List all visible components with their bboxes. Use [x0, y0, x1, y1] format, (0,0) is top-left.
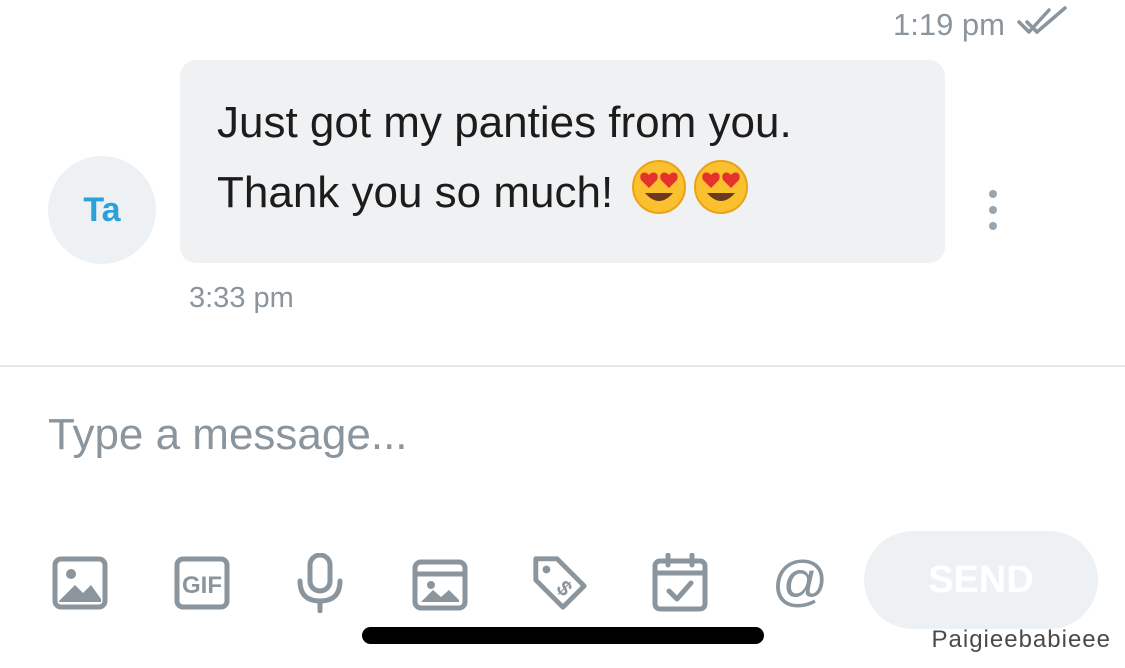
mention-icon[interactable]: @ [770, 553, 830, 613]
gif-icon[interactable]: GIF [172, 553, 232, 613]
avatar-initials: Ta [83, 190, 121, 229]
home-indicator [362, 627, 764, 644]
gif-label: GIF [182, 572, 222, 599]
media-vault-icon[interactable] [410, 553, 470, 613]
calendar-icon[interactable] [650, 553, 710, 613]
message-line-2: Thank you so much! [217, 158, 945, 228]
mention-label: @ [772, 553, 829, 612]
divider [0, 365, 1125, 367]
message-input[interactable] [48, 405, 948, 465]
microphone-icon[interactable] [290, 553, 350, 613]
heart-eyes-emoji [631, 159, 687, 215]
send-button[interactable]: SEND [864, 531, 1098, 629]
heart-eyes-emoji [693, 159, 749, 215]
message-line-2-text: Thank you so much! [217, 168, 614, 217]
price-tag-icon[interactable]: $ [530, 553, 590, 613]
message-bubble[interactable]: Just got my panties from you. Thank you … [180, 60, 945, 263]
double-check-icon [1015, 4, 1071, 46]
watermark: Paigieebabieee [931, 626, 1111, 653]
image-icon[interactable] [50, 553, 110, 613]
previous-message-status: 1:19 pm [893, 4, 1071, 46]
message-line-1: Just got my panties from you. [217, 98, 792, 147]
previous-message-time: 1:19 pm [892, 7, 1005, 42]
avatar[interactable]: Ta [48, 156, 156, 264]
message-time: 3:33 pm [189, 282, 294, 314]
more-options-icon[interactable] [980, 190, 1006, 230]
